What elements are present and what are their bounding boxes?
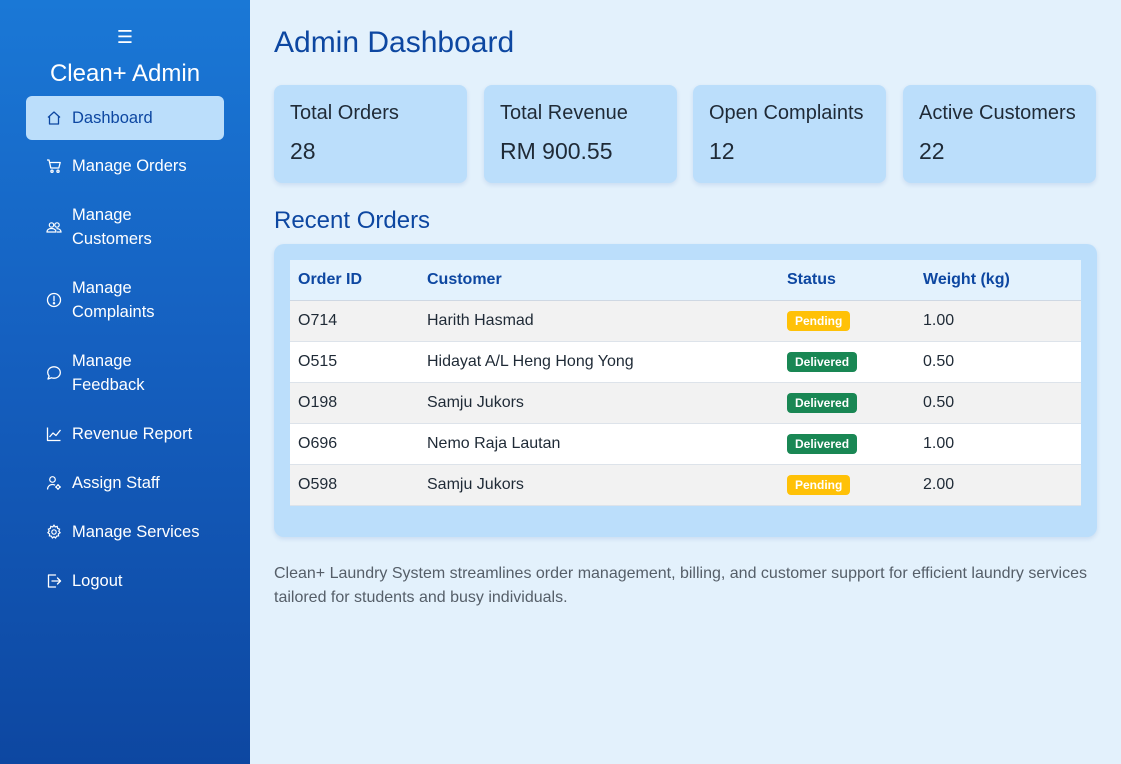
sidebar-item-logout[interactable]: Logout — [26, 569, 224, 593]
stat-label: Total Orders — [290, 102, 399, 124]
customer-cell: Samju Jukors — [419, 382, 779, 424]
gear-icon — [46, 524, 62, 540]
customer-cell: Nemo Raja Lautan — [419, 423, 779, 465]
sidebar-item-assign-staff[interactable]: Assign Staff — [26, 471, 224, 495]
status-badge: Delivered — [787, 434, 858, 454]
status-cell: Delivered — [779, 382, 915, 424]
sidebar-item-label: Manage Services — [72, 523, 200, 541]
status-cell: Pending — [779, 300, 915, 342]
sidebar-item-dashboard[interactable]: Dashboard — [26, 96, 224, 140]
sidebar-item-label-line: Manage — [72, 279, 132, 297]
sidebar-item-label: Logout — [72, 572, 123, 590]
table-row[interactable]: O714 Harith Hasmad Pending 1.00 — [290, 300, 1081, 342]
stat-value: 12 — [709, 138, 735, 164]
sidebar-item-label-line: Manage — [72, 206, 132, 224]
sidebar-item-manage-complaints[interactable]: Manage Complaints — [26, 276, 224, 324]
stat-value: 28 — [290, 138, 316, 164]
customer-cell: Harith Hasmad — [419, 300, 779, 342]
sidebar-item-revenue-report[interactable]: Revenue Report — [26, 422, 224, 446]
column-header-weight[interactable]: Weight (kg) — [915, 260, 1081, 301]
weight-cell: 1.00 — [915, 423, 1081, 465]
weight-cell: 1.00 — [915, 300, 1081, 342]
status-badge: Delivered — [787, 352, 858, 372]
table-row[interactable]: O198 Samju Jukors Delivered 0.50 — [290, 382, 1081, 424]
status-cell: Delivered — [779, 341, 915, 383]
page-title: Admin Dashboard — [274, 26, 515, 59]
order-id-cell: O696 — [290, 423, 419, 465]
status-cell: Pending — [779, 464, 915, 506]
order-id-cell: O714 — [290, 300, 419, 342]
brand-title: Clean+ Admin — [49, 60, 201, 87]
status-badge: Pending — [787, 311, 851, 331]
sidebar-item-label: Assign Staff — [72, 474, 160, 492]
column-header-customer[interactable]: Customer — [419, 260, 779, 301]
sidebar-item-manage-feedback[interactable]: Manage Feedback — [26, 349, 224, 397]
user-gear-icon — [46, 475, 62, 491]
table-row[interactable]: O598 Samju Jukors Pending 2.00 — [290, 464, 1081, 506]
sidebar-item-label-line: Customers — [72, 230, 152, 248]
table-row[interactable]: O515 Hidayat A/L Heng Hong Yong Delivere… — [290, 341, 1081, 383]
status-cell: Delivered — [779, 423, 915, 465]
chat-bubble-icon — [46, 365, 62, 381]
home-icon — [46, 110, 62, 126]
logout-icon — [46, 573, 62, 589]
order-id-cell: O515 — [290, 341, 419, 383]
footer-description: Clean+ Laundry System streamlines order … — [274, 565, 1087, 606]
sidebar-item-label-line: Complaints — [72, 303, 155, 321]
table-row[interactable]: O696 Nemo Raja Lautan Delivered 1.00 — [290, 423, 1081, 465]
sidebar-item-label-line: Feedback — [72, 376, 145, 394]
stat-card-total-orders: Total Orders 28 — [274, 85, 467, 183]
recent-orders-panel: Order ID Customer Status Weight (kg) O71… — [274, 244, 1097, 537]
cart-icon — [46, 158, 62, 174]
recent-orders-table: Order ID Customer Status Weight (kg) O71… — [290, 260, 1081, 506]
order-id-cell: O598 — [290, 464, 419, 506]
users-icon — [46, 219, 62, 235]
customer-cell: Samju Jukors — [419, 464, 779, 506]
stat-card-active-customers: Active Customers 22 — [903, 85, 1096, 183]
stat-value: 22 — [919, 138, 945, 164]
stat-label: Active Customers — [919, 102, 1076, 124]
sidebar-item-manage-customers[interactable]: Manage Customers — [26, 203, 224, 251]
stat-value: RM 900.55 — [500, 138, 613, 164]
stat-card-open-complaints: Open Complaints 12 — [693, 85, 886, 183]
weight-cell: 0.50 — [915, 341, 1081, 383]
weight-cell: 2.00 — [915, 464, 1081, 506]
stat-label: Open Complaints — [709, 102, 864, 124]
sidebar: ☰ Clean+ Admin Dashboard Manage Orders M… — [0, 0, 250, 764]
recent-orders-title: Recent Orders — [274, 207, 431, 234]
column-header-status[interactable]: Status — [779, 260, 915, 301]
sidebar-item-label: Dashboard — [72, 109, 153, 127]
stat-card-total-revenue: Total Revenue RM 900.55 — [484, 85, 677, 183]
customer-cell: Hidayat A/L Heng Hong Yong — [419, 341, 779, 383]
line-chart-icon — [46, 426, 62, 442]
sidebar-item-label: Manage Orders — [72, 157, 187, 175]
table-header-row: Order ID Customer Status Weight (kg) — [290, 260, 1081, 301]
column-header-order-id[interactable]: Order ID — [290, 260, 419, 301]
status-badge: Pending — [787, 475, 851, 495]
order-id-cell: O198 — [290, 382, 419, 424]
status-badge: Delivered — [787, 393, 858, 413]
sidebar-item-label-line: Manage — [72, 352, 132, 370]
weight-cell: 0.50 — [915, 382, 1081, 424]
sidebar-item-label: Revenue Report — [72, 425, 193, 443]
sidebar-item-manage-orders[interactable]: Manage Orders — [26, 154, 224, 178]
stat-label: Total Revenue — [500, 102, 628, 124]
sidebar-item-manage-services[interactable]: Manage Services — [26, 520, 224, 544]
menu-toggle-icon[interactable]: ☰ — [0, 26, 250, 48]
alert-circle-icon — [46, 292, 62, 308]
main-content: Admin Dashboard Total Orders 28 Total Re… — [250, 0, 1121, 764]
